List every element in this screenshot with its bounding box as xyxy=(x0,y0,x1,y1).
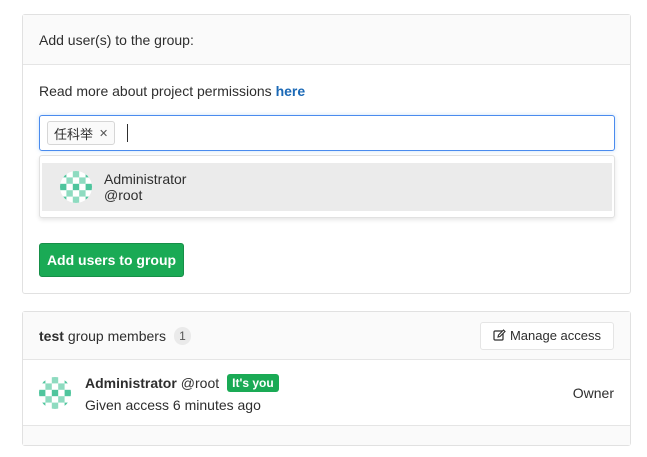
suggestion-username: @root xyxy=(104,187,143,203)
add-users-heading-text: Add user(s) to the group: xyxy=(39,31,194,48)
its-you-badge: It's you xyxy=(227,373,279,392)
members-title: group members xyxy=(67,327,166,344)
member-count-badge: 1 xyxy=(173,326,191,345)
avatar xyxy=(39,376,71,409)
text-caret xyxy=(127,124,129,142)
user-search-input[interactable]: 任科举 ✕ xyxy=(39,115,615,151)
suggestion-name: Administrator xyxy=(104,171,187,187)
group-members-panel: test group members 1 Manage access Admin… xyxy=(22,311,631,446)
group-name: test xyxy=(39,327,64,344)
suggestion-text: Administrator @root xyxy=(104,171,186,203)
close-icon[interactable]: ✕ xyxy=(99,127,108,140)
manage-access-label: Manage access xyxy=(509,328,602,343)
permissions-text: Read more about project permissions xyxy=(39,83,276,99)
avatar xyxy=(60,171,92,203)
member-row: Administrator @root It's you Given acces… xyxy=(23,360,630,426)
selected-user-token: 任科举 ✕ xyxy=(47,121,116,145)
token-label: 任科举 xyxy=(54,127,94,143)
manage-access-button[interactable]: Manage access xyxy=(480,321,614,350)
member-role: Owner xyxy=(572,384,614,401)
permissions-info: Read more about project permissions here xyxy=(39,83,305,99)
user-suggestions-dropdown: Administrator @root xyxy=(39,155,615,218)
add-users-button[interactable]: Add users to group xyxy=(39,243,184,277)
add-users-panel: Add user(s) to the group: Read more abou… xyxy=(22,14,631,294)
member-username: @root xyxy=(180,374,220,391)
member-access-time: Given access 6 minutes ago xyxy=(85,396,261,413)
member-name-link[interactable]: Administrator xyxy=(85,375,177,391)
suggestion-item[interactable]: Administrator @root xyxy=(42,163,612,211)
member-info: Administrator @root It's you Given acces… xyxy=(85,373,279,413)
add-users-heading: Add user(s) to the group: xyxy=(23,15,630,65)
members-heading: test group members 1 Manage access xyxy=(23,312,630,360)
members-footer xyxy=(23,426,630,445)
member-identity: Administrator @root It's you xyxy=(85,373,279,393)
edit-icon xyxy=(493,329,506,342)
permissions-link[interactable]: here xyxy=(276,83,306,99)
